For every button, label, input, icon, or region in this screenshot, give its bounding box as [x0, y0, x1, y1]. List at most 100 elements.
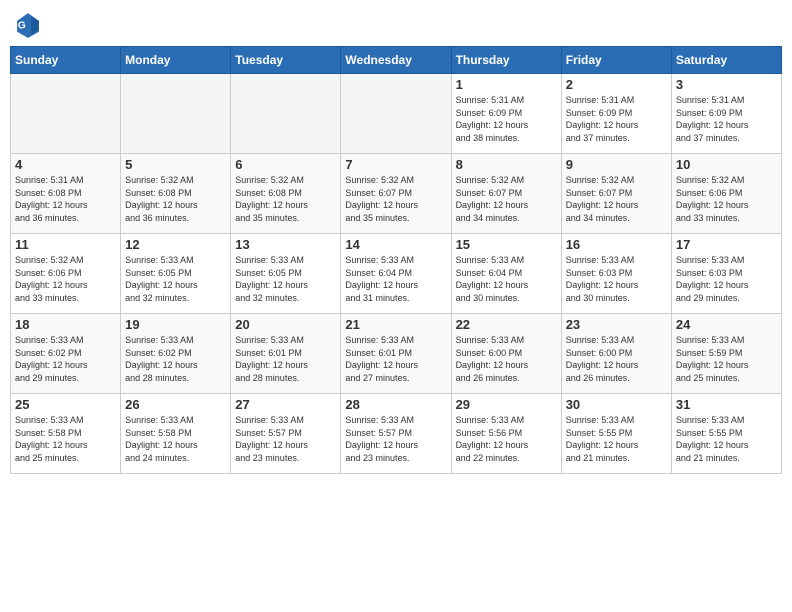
day-number: 22: [456, 317, 557, 332]
week-row-1: 1 Sunrise: 5:31 AM Sunset: 6:09 PM Daylig…: [11, 74, 782, 154]
day-number: 4: [15, 157, 116, 172]
calendar-cell: 25 Sunrise: 5:33 AM Sunset: 5:58 PM Dayli…: [11, 394, 121, 474]
day-number: 16: [566, 237, 667, 252]
day-info: Sunrise: 5:33 AM Sunset: 6:01 PM Dayligh…: [235, 334, 336, 384]
calendar-cell: 16 Sunrise: 5:33 AM Sunset: 6:03 PM Dayli…: [561, 234, 671, 314]
calendar-cell: 1 Sunrise: 5:31 AM Sunset: 6:09 PM Daylig…: [451, 74, 561, 154]
day-info: Sunrise: 5:33 AM Sunset: 5:56 PM Dayligh…: [456, 414, 557, 464]
week-row-4: 18 Sunrise: 5:33 AM Sunset: 6:02 PM Dayli…: [11, 314, 782, 394]
calendar-cell: 5Sunrise: 5:32 AM Sunset: 6:08 PM Daylig…: [121, 154, 231, 234]
day-number: 6: [235, 157, 336, 172]
day-number: 11: [15, 237, 116, 252]
day-info: Sunrise: 5:32 AM Sunset: 6:07 PM Dayligh…: [345, 174, 446, 224]
calendar-cell: 13 Sunrise: 5:33 AM Sunset: 6:05 PM Dayli…: [231, 234, 341, 314]
header-cell-friday: Friday: [561, 47, 671, 74]
calendar-cell: 10Sunrise: 5:32 AM Sunset: 6:06 PM Dayli…: [671, 154, 781, 234]
day-info: Sunrise: 5:33 AM Sunset: 6:05 PM Dayligh…: [235, 254, 336, 304]
calendar-cell: 15Sunrise: 5:33 AM Sunset: 6:04 PM Dayli…: [451, 234, 561, 314]
day-number: 24: [676, 317, 777, 332]
day-number: 25: [15, 397, 116, 412]
calendar-table: SundayMondayTuesdayWednesdayThursdayFrid…: [10, 46, 782, 474]
calendar-cell: 28 Sunrise: 5:33 AM Sunset: 5:57 PM Dayli…: [341, 394, 451, 474]
day-info: Sunrise: 5:33 AM Sunset: 6:02 PM Dayligh…: [125, 334, 226, 384]
day-info: Sunrise: 5:33 AM Sunset: 5:58 PM Dayligh…: [125, 414, 226, 464]
header-cell-sunday: Sunday: [11, 47, 121, 74]
svg-text:G: G: [18, 21, 26, 32]
calendar-cell: 26 Sunrise: 5:33 AM Sunset: 5:58 PM Dayli…: [121, 394, 231, 474]
day-info: Sunrise: 5:33 AM Sunset: 5:55 PM Dayligh…: [566, 414, 667, 464]
day-number: 17: [676, 237, 777, 252]
day-number: 13: [235, 237, 336, 252]
calendar-cell: 6Sunrise: 5:32 AM Sunset: 6:08 PM Daylig…: [231, 154, 341, 234]
calendar-cell: 24 Sunrise: 5:33 AM Sunset: 5:59 PM Dayli…: [671, 314, 781, 394]
day-number: 5: [125, 157, 226, 172]
day-info: Sunrise: 5:33 AM Sunset: 6:05 PM Dayligh…: [125, 254, 226, 304]
day-number: 1: [456, 77, 557, 92]
day-number: 12: [125, 237, 226, 252]
day-number: 20: [235, 317, 336, 332]
day-info: Sunrise: 5:33 AM Sunset: 6:01 PM Dayligh…: [345, 334, 446, 384]
calendar-cell: 12 Sunrise: 5:33 AM Sunset: 6:05 PM Dayli…: [121, 234, 231, 314]
day-info: Sunrise: 5:32 AM Sunset: 6:06 PM Dayligh…: [676, 174, 777, 224]
calendar-cell: 23 Sunrise: 5:33 AM Sunset: 6:00 PM Dayli…: [561, 314, 671, 394]
day-info: Sunrise: 5:32 AM Sunset: 6:06 PM Dayligh…: [15, 254, 116, 304]
day-number: 19: [125, 317, 226, 332]
calendar-cell: [121, 74, 231, 154]
day-number: 26: [125, 397, 226, 412]
day-info: Sunrise: 5:33 AM Sunset: 6:03 PM Dayligh…: [566, 254, 667, 304]
page-header: G: [10, 10, 782, 38]
day-info: Sunrise: 5:33 AM Sunset: 5:58 PM Dayligh…: [15, 414, 116, 464]
day-number: 8: [456, 157, 557, 172]
week-row-5: 25 Sunrise: 5:33 AM Sunset: 5:58 PM Dayli…: [11, 394, 782, 474]
logo: G: [14, 10, 46, 38]
calendar-cell: 21Sunrise: 5:33 AM Sunset: 6:01 PM Dayli…: [341, 314, 451, 394]
day-info: Sunrise: 5:32 AM Sunset: 6:07 PM Dayligh…: [456, 174, 557, 224]
day-number: 2: [566, 77, 667, 92]
day-number: 23: [566, 317, 667, 332]
day-info: Sunrise: 5:33 AM Sunset: 5:57 PM Dayligh…: [235, 414, 336, 464]
calendar-cell: 20 Sunrise: 5:33 AM Sunset: 6:01 PM Dayli…: [231, 314, 341, 394]
day-number: 9: [566, 157, 667, 172]
header-cell-saturday: Saturday: [671, 47, 781, 74]
calendar-cell: 14 Sunrise: 5:33 AM Sunset: 6:04 PM Dayli…: [341, 234, 451, 314]
day-info: Sunrise: 5:31 AM Sunset: 6:09 PM Dayligh…: [676, 94, 777, 144]
calendar-cell: 17 Sunrise: 5:33 AM Sunset: 6:03 PM Dayli…: [671, 234, 781, 314]
calendar-cell: [341, 74, 451, 154]
day-info: Sunrise: 5:31 AM Sunset: 6:09 PM Dayligh…: [566, 94, 667, 144]
day-info: Sunrise: 5:33 AM Sunset: 5:57 PM Dayligh…: [345, 414, 446, 464]
day-info: Sunrise: 5:32 AM Sunset: 6:07 PM Dayligh…: [566, 174, 667, 224]
day-info: Sunrise: 5:33 AM Sunset: 6:04 PM Dayligh…: [456, 254, 557, 304]
week-row-3: 11 Sunrise: 5:32 AM Sunset: 6:06 PM Dayli…: [11, 234, 782, 314]
day-info: Sunrise: 5:33 AM Sunset: 5:59 PM Dayligh…: [676, 334, 777, 384]
day-number: 28: [345, 397, 446, 412]
calendar-cell: 31Sunrise: 5:33 AM Sunset: 5:55 PM Dayli…: [671, 394, 781, 474]
day-number: 30: [566, 397, 667, 412]
day-info: Sunrise: 5:33 AM Sunset: 6:00 PM Dayligh…: [566, 334, 667, 384]
day-number: 31: [676, 397, 777, 412]
calendar-cell: [231, 74, 341, 154]
day-info: Sunrise: 5:31 AM Sunset: 6:08 PM Dayligh…: [15, 174, 116, 224]
day-number: 29: [456, 397, 557, 412]
day-info: Sunrise: 5:33 AM Sunset: 6:02 PM Dayligh…: [15, 334, 116, 384]
header-row: SundayMondayTuesdayWednesdayThursdayFrid…: [11, 47, 782, 74]
calendar-cell: [11, 74, 121, 154]
calendar-cell: 11 Sunrise: 5:32 AM Sunset: 6:06 PM Dayli…: [11, 234, 121, 314]
calendar-cell: 19 Sunrise: 5:33 AM Sunset: 6:02 PM Dayli…: [121, 314, 231, 394]
header-cell-monday: Monday: [121, 47, 231, 74]
calendar-cell: 4 Sunrise: 5:31 AM Sunset: 6:08 PM Daylig…: [11, 154, 121, 234]
day-info: Sunrise: 5:31 AM Sunset: 6:09 PM Dayligh…: [456, 94, 557, 144]
day-number: 7: [345, 157, 446, 172]
calendar-cell: 30 Sunrise: 5:33 AM Sunset: 5:55 PM Dayli…: [561, 394, 671, 474]
day-info: Sunrise: 5:33 AM Sunset: 6:04 PM Dayligh…: [345, 254, 446, 304]
header-cell-thursday: Thursday: [451, 47, 561, 74]
calendar-cell: 3Sunrise: 5:31 AM Sunset: 6:09 PM Daylig…: [671, 74, 781, 154]
day-number: 18: [15, 317, 116, 332]
calendar-cell: 9 Sunrise: 5:32 AM Sunset: 6:07 PM Daylig…: [561, 154, 671, 234]
day-number: 27: [235, 397, 336, 412]
day-info: Sunrise: 5:33 AM Sunset: 6:03 PM Dayligh…: [676, 254, 777, 304]
header-cell-wednesday: Wednesday: [341, 47, 451, 74]
logo-icon: G: [14, 10, 42, 38]
calendar-cell: 22Sunrise: 5:33 AM Sunset: 6:00 PM Dayli…: [451, 314, 561, 394]
day-number: 14: [345, 237, 446, 252]
calendar-cell: 18 Sunrise: 5:33 AM Sunset: 6:02 PM Dayli…: [11, 314, 121, 394]
